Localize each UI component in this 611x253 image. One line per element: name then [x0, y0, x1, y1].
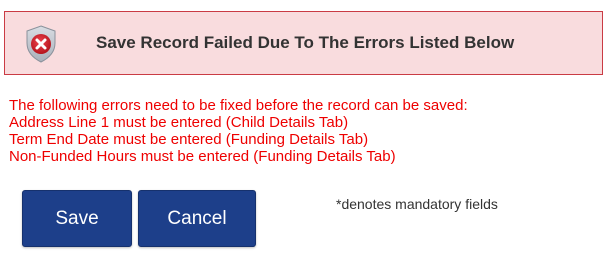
error-item: Term End Date must be entered (Funding D…	[9, 131, 369, 148]
shield-error-icon	[25, 25, 57, 63]
error-item: Non-Funded Hours must be entered (Fundin…	[9, 148, 396, 165]
cancel-button[interactable]: Cancel	[138, 190, 256, 247]
error-item: Address Line 1 must be entered (Child De…	[9, 114, 349, 131]
error-list: The following errors need to be fixed be…	[9, 97, 468, 165]
error-banner-title: Save Record Failed Due To The Errors Lis…	[96, 33, 515, 52]
error-banner: Save Record Failed Due To The Errors Lis…	[4, 11, 603, 75]
save-button[interactable]: Save	[22, 190, 132, 247]
error-intro: The following errors need to be fixed be…	[9, 97, 468, 114]
mandatory-fields-note: *denotes mandatory fields	[336, 196, 498, 212]
